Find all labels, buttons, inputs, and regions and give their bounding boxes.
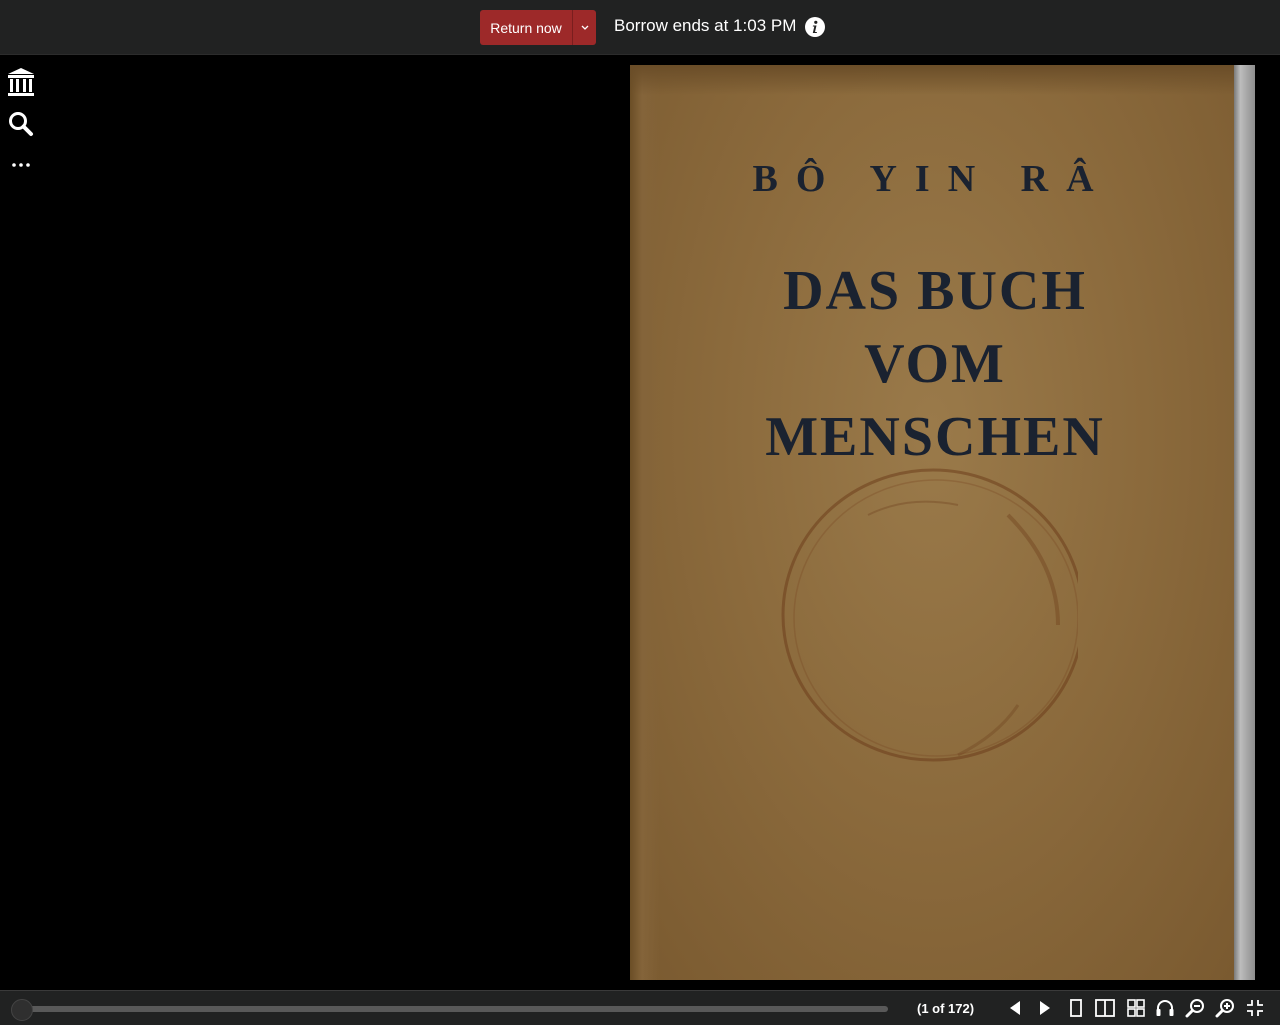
borrow-ends-text: Borrow ends at 1:03 PM [614,16,797,35]
info-icon[interactable] [805,17,825,37]
chevron-down-icon [581,25,588,30]
more-icon[interactable] [7,151,35,179]
two-page-view-icon[interactable] [1094,997,1116,1019]
page-edge [1234,65,1255,980]
bottom-toolbar: (1 of 172) [0,990,1280,1025]
coffee-stain-mark [781,468,1078,762]
previous-page-icon[interactable] [1004,997,1026,1019]
read-aloud-headphones-icon[interactable] [1154,997,1176,1019]
one-page-view-icon[interactable] [1065,997,1087,1019]
page-slider-track[interactable] [20,1006,888,1012]
cover-author: BÔ YIN RÂ [752,158,1112,200]
return-now-button[interactable]: Return now [480,10,572,45]
page-slider-handle[interactable] [11,999,33,1021]
exit-fullscreen-icon[interactable] [1244,997,1266,1019]
archive-icon[interactable] [7,68,35,96]
page-count: (1 of 172) [917,1001,975,1016]
book-cover-page: BÔ YIN RÂ DAS BUCH VOM MENSCHEN [630,65,1234,980]
book-page-view[interactable]: BÔ YIN RÂ DAS BUCH VOM MENSCHEN [630,65,1255,980]
cover-title-line: VOM [864,333,1006,395]
zoom-out-icon[interactable] [1184,997,1206,1019]
thumbnail-view-icon[interactable] [1125,997,1147,1019]
next-page-icon[interactable] [1034,997,1056,1019]
return-button-group: Return now [480,10,596,45]
cover-title-line: DAS BUCH [783,260,1087,322]
cover-title: DAS BUCH VOM MENSCHEN [630,255,1234,474]
return-options-dropdown[interactable] [572,10,596,45]
zoom-in-icon[interactable] [1214,997,1236,1019]
top-bar: Return now Borrow ends at 1:03 PM [0,0,1280,55]
search-icon[interactable] [7,110,35,138]
